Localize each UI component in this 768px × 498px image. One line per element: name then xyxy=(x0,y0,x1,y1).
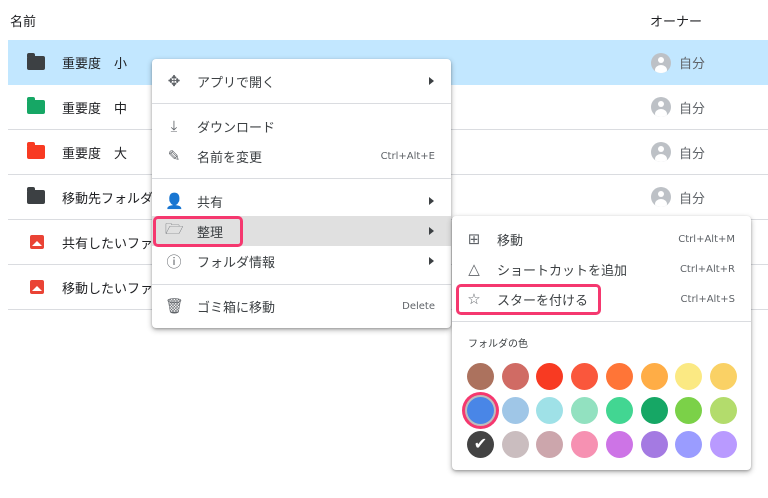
folder-color-swatch[interactable] xyxy=(675,363,703,390)
image-file-icon xyxy=(30,235,44,249)
menu-item[interactable]: ✎ 名前を変更 Ctrl+Alt+E xyxy=(152,141,451,171)
person-add-icon: 👤 xyxy=(165,192,184,210)
owner-name: 自分 xyxy=(679,146,706,162)
info-icon: ⓘ xyxy=(166,252,182,271)
divider xyxy=(452,321,751,322)
owner-name: 自分 xyxy=(679,191,706,207)
file-name: 移動したいファ xyxy=(62,281,154,297)
menu-item-label: ダウンロード xyxy=(197,120,276,136)
divider xyxy=(152,284,451,285)
menu-item-label: ゴミ箱に移動 xyxy=(197,300,276,316)
rename-icon: ✎ xyxy=(167,147,181,165)
avatar xyxy=(651,97,671,117)
file-name: 重要度 中 xyxy=(62,101,128,117)
menu-item-label: ショートカットを追加 xyxy=(497,263,628,279)
folder-color-swatch[interactable] xyxy=(571,431,599,458)
owner: 自分 xyxy=(651,142,705,162)
image-file-icon xyxy=(30,280,44,294)
shortcut: Ctrl+Alt+M xyxy=(678,233,735,245)
menu-item[interactable]: ⓘ フォルダ情報 xyxy=(152,246,451,276)
submenu-arrow-icon xyxy=(429,197,434,205)
folder-color-swatch[interactable] xyxy=(467,397,494,424)
shortcut: Ctrl+Alt+E xyxy=(380,150,435,162)
owner-name: 自分 xyxy=(679,101,706,117)
submenu-arrow-icon xyxy=(429,257,434,265)
organize-submenu: ⊞ 移動 Ctrl+Alt+M △ ショートカットを追加 Ctrl+Alt+R ☆ スターを付… xyxy=(452,216,751,470)
folder-color-swatch[interactable] xyxy=(501,397,529,424)
submenu-arrow-icon xyxy=(429,77,434,85)
menu-item[interactable]: 👤 共有 xyxy=(152,186,451,216)
menu-item-label: 名前を変更 xyxy=(197,150,263,166)
highlight-box-organize xyxy=(153,216,243,247)
folder-color-swatch[interactable] xyxy=(675,431,703,458)
folder-color-swatch[interactable] xyxy=(709,431,737,458)
menu-item-label: 移動 xyxy=(497,233,524,249)
folder-color-swatch[interactable] xyxy=(605,431,633,458)
shortcut: Ctrl+Alt+S xyxy=(680,293,735,305)
submenu-item[interactable]: ⊞ 移動 Ctrl+Alt+M xyxy=(452,224,751,254)
avatar xyxy=(651,142,671,162)
column-header-owner[interactable]: オーナー xyxy=(650,11,702,30)
folder-icon xyxy=(27,52,45,70)
menu-item-label: アプリで開く xyxy=(197,75,276,91)
menu-item-label: 共有 xyxy=(197,195,224,211)
folder-icon xyxy=(27,187,45,204)
file-name: 移動先フォルダ xyxy=(62,191,154,207)
shortcut: Ctrl+Alt+R xyxy=(679,263,735,275)
folder-icon xyxy=(27,142,45,159)
owner-name: 自分 xyxy=(679,57,706,72)
divider xyxy=(152,103,451,104)
menu-item-label: フォルダ情報 xyxy=(197,255,276,271)
trash-icon: 🗑 xyxy=(165,297,185,315)
move-icon: ✥ xyxy=(167,72,181,90)
folder-color-swatch[interactable] xyxy=(536,431,564,458)
file-name: 重要度 大 xyxy=(62,146,128,162)
folder-color-swatch[interactable] xyxy=(605,397,633,424)
highlight-box-star xyxy=(456,284,601,315)
folder-color-swatch[interactable] xyxy=(501,363,529,390)
menu-item[interactable]: ⤓ ダウンロード xyxy=(152,111,451,141)
submenu-item[interactable]: △ ショートカットを追加 Ctrl+Alt+R xyxy=(452,254,751,284)
check-icon: ✔ xyxy=(473,434,488,453)
file-name: 重要度 小 xyxy=(62,57,128,72)
folder-color-swatch[interactable] xyxy=(709,397,737,424)
owner: 自分 xyxy=(651,97,705,117)
folder-color-swatch[interactable] xyxy=(640,397,668,424)
folder-color-swatch[interactable] xyxy=(640,431,668,458)
column-header-name[interactable]: 名前 xyxy=(10,11,36,30)
folder-color-swatch[interactable] xyxy=(467,363,494,390)
download-icon: ⤓ xyxy=(170,117,178,135)
context-menu: ✥ アプリで開く ⤓ ダウンロード ✎ 名前を変更 Ctrl+Alt+E 👤 共有 🗁 整理 ⓘ フォル… xyxy=(152,59,451,328)
folder-move-icon: ⊞ xyxy=(467,230,481,248)
submenu-arrow-icon xyxy=(429,227,434,235)
folder-color-swatch[interactable] xyxy=(640,363,668,390)
add-shortcut-icon: △ xyxy=(468,260,480,278)
shortcut: Delete xyxy=(402,300,435,312)
folder-color-swatch[interactable] xyxy=(605,363,633,390)
folder-color-swatch[interactable] xyxy=(571,397,599,424)
folder-color-swatch[interactable] xyxy=(571,363,599,390)
folder-icon xyxy=(27,97,45,114)
folder-color-heading: フォルダの色 xyxy=(468,339,528,350)
menu-item[interactable]: 🗑 ゴミ箱に移動 Delete xyxy=(152,291,451,321)
avatar xyxy=(651,187,671,207)
folder-color-swatch[interactable] xyxy=(536,363,564,390)
folder-color-swatch[interactable] xyxy=(501,431,529,458)
folder-color-swatch[interactable] xyxy=(536,397,564,424)
folder-color-swatch[interactable] xyxy=(675,397,703,424)
folder-color-swatch[interactable]: ✔ xyxy=(467,431,494,458)
avatar xyxy=(651,52,671,73)
owner: 自分 xyxy=(651,187,705,207)
menu-item[interactable]: ✥ アプリで開く xyxy=(152,66,451,96)
owner: 自分 xyxy=(651,52,706,73)
folder-color-swatch[interactable] xyxy=(709,363,737,390)
file-name: 共有したいファ xyxy=(62,236,154,252)
divider xyxy=(152,178,451,179)
